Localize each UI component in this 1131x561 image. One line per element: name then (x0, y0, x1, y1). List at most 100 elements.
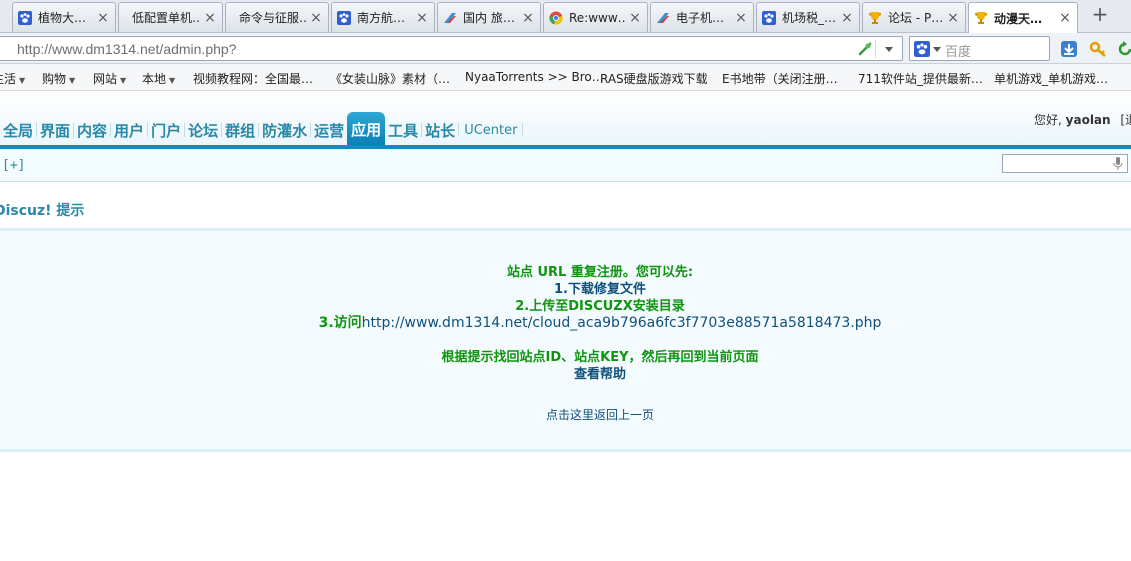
close-tab-icon[interactable]: × (522, 11, 534, 25)
airline-icon (442, 10, 458, 26)
browser-tab[interactable]: 机场税_… × (756, 2, 860, 32)
bookmark-link[interactable]: 711软件站_提供最新… (858, 70, 983, 87)
tab-label: 命令与征服… (239, 11, 307, 25)
nav-item-portal[interactable]: 门户 (148, 114, 184, 146)
browser-tab[interactable]: 论坛 - P… × (862, 2, 966, 32)
bookmark-link[interactable]: NyaaTorrents >> Bro… (465, 70, 604, 84)
nav-item-operations[interactable]: 运营 (311, 114, 347, 146)
close-tab-icon[interactable]: × (97, 11, 109, 25)
url-input[interactable]: http://www.dm1314.net/admin.php? (0, 36, 903, 61)
nav-divider (522, 123, 524, 137)
browser-tab-active[interactable]: 动漫天… × (968, 2, 1078, 33)
close-tab-icon[interactable]: × (735, 11, 747, 25)
nav-item-interface[interactable]: 界面 (37, 114, 73, 146)
tip-step-download[interactable]: 1.下载修复文件 (0, 281, 1131, 298)
cloud-repair-link[interactable]: http://www.dm1314.net/cloud_aca9b796a6fc… (362, 315, 882, 331)
browser-tab[interactable]: 电子机… × (650, 2, 754, 32)
browser-tab[interactable]: 低配置单机… × (118, 2, 223, 32)
trophy-icon (973, 10, 989, 26)
trophy-icon (867, 10, 883, 26)
close-tab-icon[interactable]: × (204, 11, 216, 25)
tab-label: 植物大… (38, 11, 87, 25)
nav-item-tools[interactable]: 工具 (385, 114, 421, 146)
nav-item-users[interactable]: 用户 (111, 114, 147, 146)
chrome-icon (548, 10, 564, 26)
close-tab-icon[interactable]: × (1059, 11, 1071, 25)
nav-item-ucenter[interactable]: UCenter (459, 114, 522, 146)
tab-label: 论坛 - P… (888, 11, 944, 25)
nav-item-antispam[interactable]: 防灌水 (259, 114, 310, 146)
close-tab-icon[interactable]: × (841, 11, 853, 25)
bookmark-link[interactable]: E书地带（关闭注册… (722, 70, 838, 87)
browser-tab[interactable]: 命令与征服… × (225, 2, 329, 32)
bookmark-folder[interactable]: 本地 ▼ (142, 70, 175, 87)
close-tab-icon[interactable]: × (310, 11, 322, 25)
nav-item-forum[interactable]: 论坛 (185, 114, 221, 146)
bookmark-link[interactable]: 《女装山脉》素材（… (330, 70, 450, 87)
chevron-down-icon (933, 46, 941, 52)
tab-label: 南方航… (357, 11, 406, 25)
search-placeholder: 百度 (945, 45, 972, 60)
nav-item-content[interactable]: 内容 (74, 114, 110, 146)
admin-sub-bar: [+] (0, 149, 1131, 182)
close-tab-icon[interactable]: × (629, 11, 641, 25)
download-icon[interactable] (1059, 39, 1079, 59)
compatibility-mode-icon[interactable] (854, 40, 876, 58)
bookmark-link[interactable]: RAS硬盘版游戏下载 (600, 70, 708, 87)
chevron-down-icon: ▼ (69, 76, 76, 85)
chevron-down-icon: ▼ (19, 76, 26, 85)
nav-item-groups[interactable]: 群组 (222, 114, 258, 146)
tip-step-upload: 2.上传至DISCUZX安装目录 (515, 299, 685, 314)
search-input[interactable]: 百度 (909, 36, 1050, 61)
airline-icon (655, 10, 671, 26)
bookmark-link[interactable]: 视频教程网：全国最… (193, 70, 313, 87)
baidu-paw-icon (336, 10, 352, 26)
search-engine-selector[interactable] (914, 41, 942, 57)
nav-item-global[interactable]: 全局 (0, 114, 36, 146)
tab-label: 国内 旅… (463, 11, 515, 25)
baidu-paw-icon (914, 41, 930, 57)
url-text: http://www.dm1314.net/admin.php? (17, 41, 237, 57)
browser-tab[interactable]: 植物大… × (12, 2, 116, 32)
tab-label: 动漫天… (994, 11, 1043, 26)
tab-label: 低配置单机… (132, 11, 201, 25)
user-greeting: 您好, yaolan [退 (1034, 111, 1131, 128)
admin-main-nav: 全局 界面 内容 用户 门户 论坛 群组 防灌水 运营 应用 工具 站长 UCe… (0, 112, 524, 146)
tip-line-duplicate-url: 站点 URL 重复注册。您可以先: (506, 265, 694, 280)
tip-message-box: 站点 URL 重复注册。您可以先: 1.下载修复文件 2.上传至DISCUZX安… (0, 228, 1131, 452)
bookmark-folder[interactable]: 网站 ▼ (93, 70, 126, 87)
tab-label: 机场税_… (782, 11, 837, 25)
tip-content: 站点 URL 重复注册。您可以先: 1.下载修复文件 2.上传至DISCUZX安… (0, 264, 1131, 423)
tip-line-recover-key: 根据提示找回站点ID、站点KEY，然后再回到当前页面 (441, 350, 759, 365)
browser-tab[interactable]: Re:www… × (543, 2, 648, 32)
browser-tab[interactable]: 南方航… × (331, 2, 435, 32)
close-tab-icon[interactable]: × (947, 11, 959, 25)
refresh-icon[interactable] (1115, 39, 1131, 59)
tip-step-visit: 3.访问http://www.dm1314.net/cloud_aca9b796… (318, 315, 882, 331)
bookmark-folder[interactable]: 购物 ▼ (42, 70, 75, 87)
help-link[interactable]: 查看帮助 (0, 366, 1131, 383)
logout-link[interactable]: [退 (1120, 113, 1131, 127)
chevron-down-icon: ▼ (169, 76, 176, 85)
tab-label: 电子机… (676, 11, 725, 25)
chevron-down-icon[interactable] (880, 40, 898, 58)
admin-search-input[interactable] (1002, 154, 1128, 173)
blank-page-icon (230, 10, 234, 26)
new-tab-button[interactable]: + (1087, 4, 1113, 26)
bookmark-link[interactable]: 单机游戏_单机游戏… (994, 70, 1108, 87)
expand-menu-toggle[interactable]: [+] (2, 158, 25, 173)
admin-header: 全局 界面 内容 用户 门户 论坛 群组 防灌水 运营 应用 工具 站长 UCe… (0, 91, 1131, 149)
address-bar-row: http://www.dm1314.net/admin.php? 百度 (0, 33, 1131, 64)
microphone-icon[interactable] (1113, 157, 1123, 171)
tab-label: Re:www… (569, 10, 626, 25)
blank-page-icon (123, 10, 127, 26)
browser-tab[interactable]: 国内 旅… × (437, 2, 541, 32)
bookmark-folder[interactable]: 生活▼ (0, 70, 25, 87)
nav-item-webmaster[interactable]: 站长 (422, 114, 458, 146)
close-tab-icon[interactable]: × (416, 11, 428, 25)
key-icon[interactable] (1088, 39, 1108, 59)
chevron-down-icon: ▼ (120, 76, 127, 85)
back-link[interactable]: 点击这里返回上一页 (0, 406, 1131, 423)
nav-item-apps[interactable]: 应用 (347, 112, 386, 146)
